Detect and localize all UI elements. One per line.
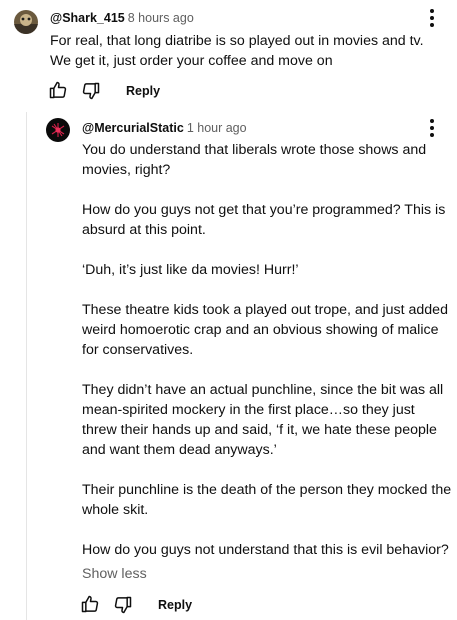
like-button[interactable] <box>48 80 68 100</box>
thumbs-down-icon <box>114 596 132 614</box>
comment-meta: @Shark_415 8 hours ago <box>50 10 194 26</box>
thumbs-down-icon <box>82 82 100 100</box>
comment-text: For real, that long diatribe is so playe… <box>50 31 446 71</box>
reply-paragraph: How do you guys not understand that this… <box>82 542 449 558</box>
reply-paragraph: These theatre kids took a played out tro… <box>82 302 448 358</box>
comment-timestamp[interactable]: 8 hours ago <box>128 11 194 25</box>
reply-paragraph: ‘Duh, it’s just like da movies! Hurr!’ <box>82 262 299 278</box>
reply-button[interactable]: Reply <box>126 83 160 99</box>
show-less-button[interactable]: Show less <box>82 564 147 584</box>
reply-author[interactable]: @MercurialStatic <box>82 121 184 135</box>
more-vertical-icon[interactable] <box>427 118 437 138</box>
more-vertical-icon[interactable] <box>427 8 437 28</box>
reply-paragraph: How do you guys not get that you’re prog… <box>82 202 446 238</box>
dislike-button[interactable] <box>113 595 133 615</box>
comment-text-paragraph: For real, that long diatribe is so playe… <box>50 33 424 69</box>
reply-button[interactable]: Reply <box>158 597 192 613</box>
reply-meta: @MercurialStatic 1 hour ago <box>82 120 247 136</box>
avatar[interactable] <box>46 118 70 142</box>
comment-author[interactable]: @Shark_415 <box>50 11 125 25</box>
thread-line <box>26 112 27 620</box>
like-button[interactable] <box>80 594 100 614</box>
reply-paragraph: You do understand that liberals wrote th… <box>82 142 427 178</box>
reply-paragraph: Their punchline is the death of the pers… <box>82 482 452 518</box>
reply-text: You do understand that liberals wrote th… <box>82 140 452 560</box>
dislike-button[interactable] <box>81 81 101 101</box>
thumbs-up-icon <box>81 595 99 613</box>
reply-timestamp[interactable]: 1 hour ago <box>187 121 247 135</box>
reply-paragraph: They didn’t have an actual punchline, si… <box>82 382 444 458</box>
thumbs-up-icon <box>49 81 67 99</box>
avatar[interactable] <box>14 10 38 34</box>
